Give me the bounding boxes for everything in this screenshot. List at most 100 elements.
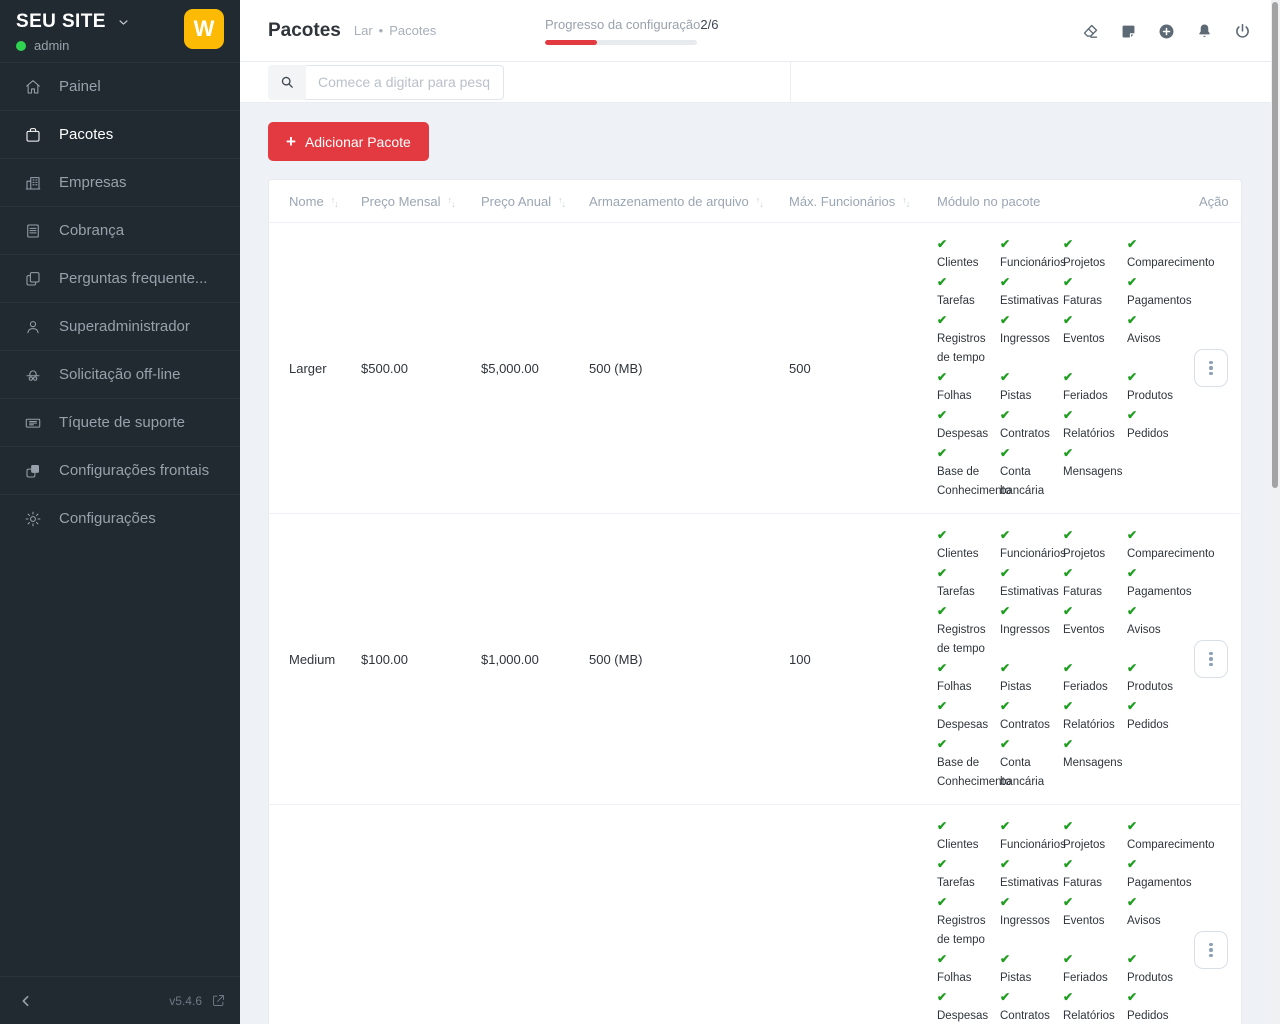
online-status-dot <box>16 41 26 51</box>
check-icon: ✔ <box>1063 368 1127 387</box>
cell-name: Larger <box>269 223 341 514</box>
sidebar-item-painel[interactable]: Painel <box>0 62 240 110</box>
module-label: Pistas <box>1000 969 1063 988</box>
module-item-funcionarios: ✔Funcionários <box>1000 817 1063 855</box>
check-icon: ✔ <box>937 368 1000 387</box>
check-icon: ✔ <box>1000 697 1063 716</box>
module-grid: ✔Clientes✔Funcionários✔Projetos✔Comparec… <box>937 817 1237 1024</box>
module-item-feriados: ✔Feriados <box>1063 368 1127 406</box>
cell-annual-price: $1,000.00 <box>461 514 569 805</box>
sort-icon[interactable]: ↑↓ <box>447 198 454 208</box>
module-item-conta-bancaria: ✔Conta bancária <box>1000 444 1063 501</box>
module-item-conta-bancaria: ✔Conta bancária <box>1000 735 1063 792</box>
module-label: Base de Conhecimento <box>937 463 1000 501</box>
cell-name: Medium <box>269 514 341 805</box>
cell-monthly-price: $500.00 <box>341 223 461 514</box>
module-label: Contratos <box>1000 1007 1063 1024</box>
column-header-nome[interactable]: Nome ↑↓ <box>269 180 341 223</box>
column-header-label: Máx. Funcionários <box>789 194 895 209</box>
chevron-down-icon <box>116 15 131 30</box>
power-icon[interactable] <box>1233 22 1252 41</box>
page-scrollbar[interactable] <box>1271 0 1280 1024</box>
app-logo[interactable]: W <box>184 9 224 49</box>
column-header-label: Nome <box>289 194 324 209</box>
module-label: Pistas <box>1000 678 1063 697</box>
module-item-mensagens: ✔Mensagens <box>1063 735 1127 792</box>
sidebar-item-solicitacao-off-line[interactable]: Solicitação off-line <box>0 350 240 398</box>
sort-icon[interactable]: ↑↓ <box>756 198 763 208</box>
column-header-armazenamento-de-arquivo[interactable]: Armazenamento de arquivo↑↓ <box>569 180 769 223</box>
sidebar-item-label: Perguntas frequente... <box>59 270 217 287</box>
module-label: Faturas <box>1063 292 1127 311</box>
sort-icon[interactable]: ↑↓ <box>902 198 909 208</box>
sidebar-item-pacotes[interactable]: Pacotes <box>0 110 240 158</box>
module-label: Pagamentos <box>1127 292 1237 311</box>
topbar: Pacotes Lar•Pacotes Progresso da configu… <box>240 0 1280 62</box>
check-icon: ✔ <box>937 817 1000 836</box>
sidebar-item-cobranca[interactable]: Cobrança <box>0 206 240 254</box>
ticket-icon <box>24 414 42 432</box>
sidebar-item-configuracoes[interactable]: Configurações <box>0 494 240 542</box>
check-icon: ✔ <box>937 444 1000 463</box>
sidebar-item-tiquete-de-suporte[interactable]: Tíquete de suporte <box>0 398 240 446</box>
module-label: Clientes <box>937 836 1000 855</box>
collapse-sidebar-icon[interactable] <box>18 993 34 1009</box>
sidebar-item-superadministrador[interactable]: Superadministrador <box>0 302 240 350</box>
module-item-despesas: ✔Despesas <box>937 406 1000 444</box>
check-icon: ✔ <box>937 988 1000 1007</box>
module-item-comparecimento: ✔Comparecimento <box>1127 526 1237 564</box>
breadcrumb-item-lar[interactable]: Lar <box>354 23 373 38</box>
cell-storage: 500 (MB) <box>569 514 769 805</box>
sidebar-item-label: Cobrança <box>59 222 134 239</box>
check-icon: ✔ <box>937 950 1000 969</box>
check-icon: ✔ <box>1127 950 1237 969</box>
external-link-icon[interactable] <box>211 993 226 1008</box>
sidebar-item-label: Configurações frontais <box>59 462 219 479</box>
check-icon: ✔ <box>937 311 1000 330</box>
sort-icon[interactable]: ↑↓ <box>558 198 565 208</box>
home-icon <box>24 78 42 96</box>
note-icon[interactable] <box>1119 22 1138 41</box>
sidebar-item-label: Tíquete de suporte <box>59 414 195 431</box>
module-item-comparecimento: ✔Comparecimento <box>1127 235 1237 273</box>
add-package-button[interactable]: + Adicionar Pacote <box>268 122 429 161</box>
eraser-icon[interactable] <box>1081 22 1100 41</box>
column-header-preco-anual[interactable]: Preço Anual ↑↓ <box>461 180 569 223</box>
module-label: Conta bancária <box>1000 754 1063 792</box>
version-label: v5.4.6 <box>169 994 202 1008</box>
module-item-folhas: ✔Folhas <box>937 368 1000 406</box>
module-item-pistas: ✔Pistas <box>1000 659 1063 697</box>
module-item-pedidos: ✔Pedidos <box>1127 988 1237 1024</box>
module-label: Despesas <box>937 1007 1000 1024</box>
check-icon: ✔ <box>937 659 1000 678</box>
sidebar-item-perguntas-frequente[interactable]: Perguntas frequente... <box>0 254 240 302</box>
module-label: Comparecimento <box>1127 836 1237 855</box>
sidebar-item-label: Painel <box>59 78 111 95</box>
plus-circle-icon[interactable] <box>1157 22 1176 41</box>
check-icon: ✔ <box>1063 444 1127 463</box>
page-scrollbar-thumb[interactable] <box>1272 2 1278 488</box>
column-header-label: Preço Anual <box>481 194 551 209</box>
column-header-preco-mensal[interactable]: Preço Mensal↑↓ <box>341 180 461 223</box>
check-icon: ✔ <box>1063 950 1127 969</box>
building-icon <box>24 174 42 192</box>
module-label: Mensagens <box>1063 754 1127 773</box>
module-label: Comparecimento <box>1127 545 1237 564</box>
sort-icon[interactable]: ↑↓ <box>331 198 338 208</box>
column-header-max-funcionarios[interactable]: Máx. Funcionários ↑↓ <box>769 180 917 223</box>
search-input[interactable] <box>306 65 504 100</box>
sidebar-item-configuracoes-frontais[interactable]: Configurações frontais <box>0 446 240 494</box>
sidebar-item-empresas[interactable]: Empresas <box>0 158 240 206</box>
search-icon <box>268 65 306 100</box>
bell-icon[interactable] <box>1195 22 1214 41</box>
spy-icon <box>24 366 42 384</box>
module-label: Contratos <box>1000 425 1063 444</box>
check-icon: ✔ <box>1000 602 1063 621</box>
add-package-label: Adicionar Pacote <box>305 134 411 150</box>
check-icon: ✔ <box>1063 855 1127 874</box>
progress-bar-fill <box>545 40 597 45</box>
module-label: Feriados <box>1063 969 1127 988</box>
module-item-contratos: ✔Contratos <box>1000 406 1063 444</box>
module-label: Funcionários <box>1000 545 1063 564</box>
module-item-avisos: ✔Avisos <box>1127 893 1237 950</box>
